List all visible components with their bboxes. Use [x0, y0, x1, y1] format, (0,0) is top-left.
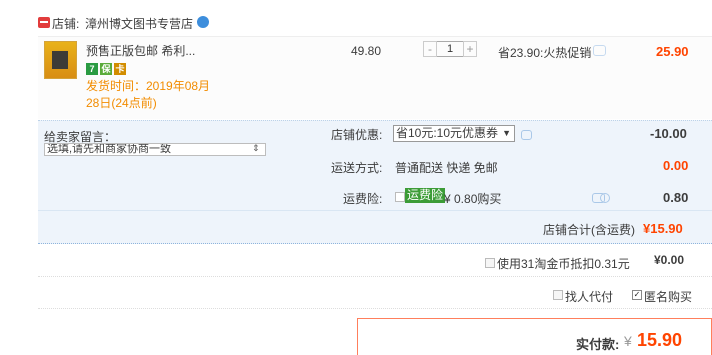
seven-day-return-icon: 7: [86, 63, 98, 75]
payment-currency: ¥: [624, 333, 632, 349]
shipping-method: 普通配送 快递 免邮: [395, 161, 498, 175]
resize-arrows-icon[interactable]: ⇕: [252, 143, 260, 154]
shop-subtotal-label: 店铺合计(含运费): [543, 223, 635, 237]
qty-plus-button[interactable]: +: [463, 41, 477, 57]
coupon-label: 店铺优惠:: [331, 128, 383, 142]
coins-label: 使用31淘金币抵扣0.31元: [497, 257, 630, 271]
item-subtotal: 25.90: [656, 44, 689, 59]
divider: [38, 308, 712, 309]
insurance-tag: 运费险: [405, 188, 446, 203]
card-payment-icon: 卡: [114, 63, 126, 75]
insurance-price: ¥ 0.80购买: [444, 192, 502, 206]
insurance-fee-value: 0.80: [663, 190, 689, 205]
shop-icon: [38, 17, 50, 28]
service-badges: 7 保 卡: [86, 63, 126, 75]
proxy-pay-checkbox[interactable]: [553, 290, 563, 300]
guarantee-icon: 保: [100, 63, 112, 75]
product-title[interactable]: 预售正版包邮 希利...: [86, 42, 195, 59]
insurance-label: 运费险:: [343, 192, 383, 206]
payment-label: 实付款:: [576, 337, 620, 352]
coupon-select[interactable]: 省10元:10元优惠券 ▼: [393, 125, 515, 142]
payment-total: 15.90: [637, 330, 683, 350]
product-thumbnail[interactable]: [44, 41, 77, 79]
coupon-info-icon[interactable]: [521, 130, 532, 140]
coupon-discount-value: -10.00: [650, 126, 687, 141]
unit-price: 49.80: [351, 44, 382, 58]
shipping-fee-value: 0.00: [663, 158, 689, 173]
qty-input[interactable]: 1: [437, 41, 463, 57]
seller-message-input[interactable]: 选填,请先和商家协商一致: [44, 143, 266, 156]
coins-checkbox[interactable]: [485, 258, 495, 268]
dropdown-arrow-icon: ▼: [502, 128, 511, 138]
insurance-checkbox[interactable]: [395, 192, 405, 202]
shop-subtotal-value: ¥15.90: [643, 221, 683, 236]
shop-name-link[interactable]: 漳州博文图书专营店: [85, 15, 193, 32]
chat-bubble-icon[interactable]: [197, 16, 209, 28]
anonymous-label: 匿名购买: [644, 290, 693, 304]
promotion-savings: 省23.90:火热促销: [498, 46, 592, 60]
anonymous-checkbox[interactable]: ✓: [632, 290, 642, 300]
coins-value: ¥0.00: [654, 253, 685, 267]
ship-time-text: 发货时间：2019年08月28日(24点前): [86, 79, 211, 110]
qty-minus-button[interactable]: -: [423, 41, 437, 57]
proxy-pay-label: 找人代付: [565, 290, 614, 304]
shipping-label: 运送方式:: [331, 161, 383, 175]
insurance-help-icon[interactable]: [600, 193, 610, 203]
shop-label: 店铺:: [52, 17, 80, 31]
quantity-stepper: - 1 +: [423, 41, 477, 57]
coupon-selected-value: 省10元:10元优惠券: [396, 126, 499, 140]
promotion-info-icon[interactable]: [593, 45, 606, 56]
